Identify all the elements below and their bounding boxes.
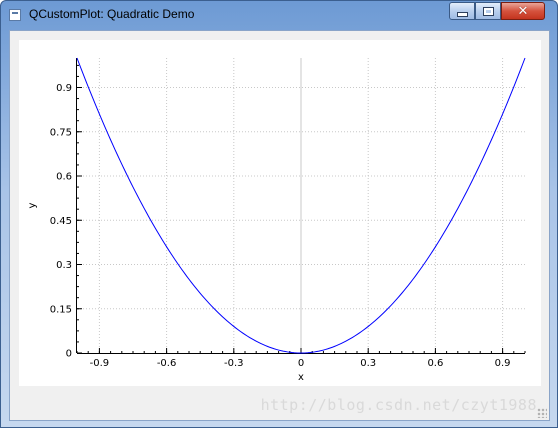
y-tick-label: 0.75 [50,127,72,138]
quadratic-chart: -0.9 -0.6 -0.3 0 0.3 0.6 0.9 0 0.15 0.3 0.45 0.6 0.7… [27,57,526,383]
minimize-button[interactable] [449,2,475,20]
y-tick-label: 0.15 [50,304,72,315]
watermark: http://blog.csdn.net/czyt1988 [260,396,537,414]
close-button[interactable]: ✕ [501,2,545,20]
y-tick-label: 0.6 [56,172,72,183]
close-icon: ✕ [517,3,529,19]
y-tick-label: 0.45 [50,216,72,227]
x-tick-label: 0.3 [360,358,376,369]
plot-widget[interactable]: -0.9 -0.6 -0.3 0 0.3 0.6 0.9 0 0.15 0.3 0.45 0.6 0.7… [19,40,541,386]
x-tick-label: 0.6 [427,358,443,369]
maximize-button[interactable] [475,2,501,20]
y-tick-label: 0.9 [56,83,72,94]
x-tick-label: -0.9 [90,358,110,369]
minimize-icon [450,3,474,19]
app-icon [9,9,21,21]
x-tick-label: 0 [298,358,304,369]
app-window: QCustomPlot: Quadratic Demo ✕ -0.9 -0.6 -0… [0,0,558,428]
tick-labels: -0.9 -0.6 -0.3 0 0.3 0.6 0.9 0 0.15 0.3 0.45 0.6 0.7… [50,83,511,369]
x-axis-label: x [298,372,304,383]
y-tick-label: 0 [66,349,72,360]
title-bar[interactable]: QCustomPlot: Quadratic Demo ✕ [1,1,558,29]
y-tick-label: 0.3 [56,260,72,271]
x-tick-label: 0.9 [495,358,511,369]
x-tick-label: -0.6 [157,358,177,369]
x-tick-label: -0.3 [224,358,244,369]
resize-grip[interactable] [537,408,547,418]
window-title: QCustomPlot: Quadratic Demo [29,7,195,21]
client-area: -0.9 -0.6 -0.3 0 0.3 0.6 0.9 0 0.15 0.3 0.45 0.6 0.7… [9,30,550,421]
y-axis-label: y [27,202,38,208]
grid-lines [77,58,525,353]
maximize-icon [476,3,500,19]
